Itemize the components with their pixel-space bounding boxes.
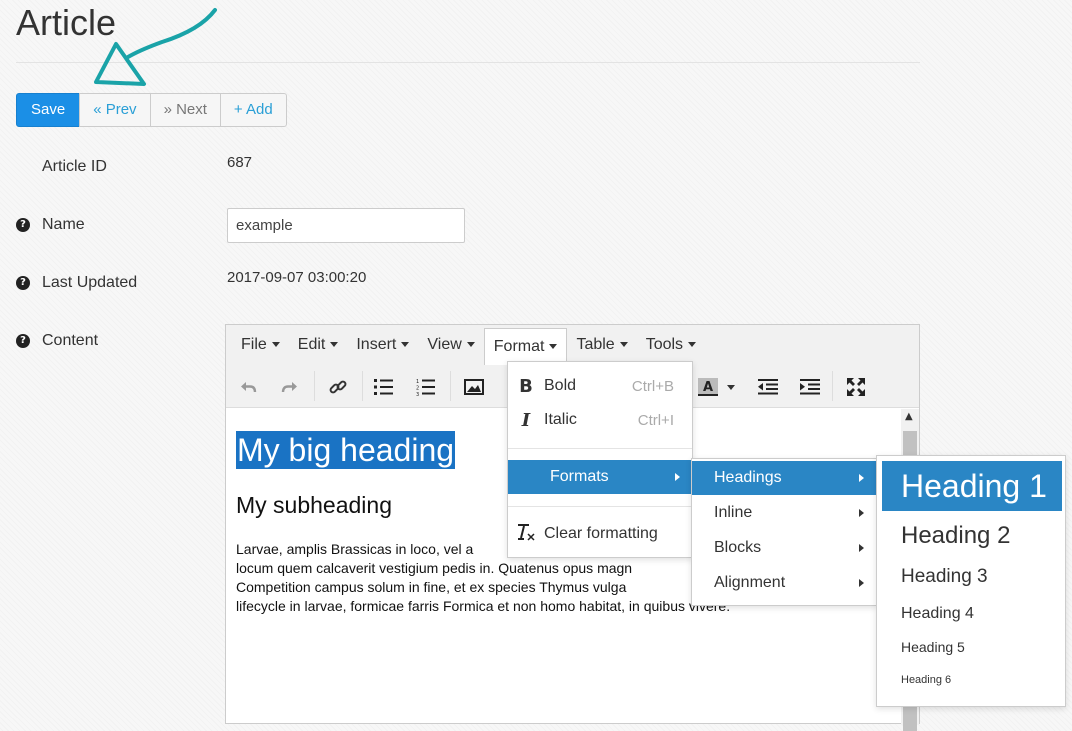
heading-1-option[interactable]: Heading 1 [882, 461, 1062, 511]
content-label: ? Content [16, 332, 98, 350]
editor-menubar: File Edit Insert View Format Table Tools [226, 325, 919, 365]
caret-down-icon [466, 342, 475, 348]
article-id-label: Article ID [16, 158, 107, 176]
bullet-list-icon[interactable] [372, 375, 396, 399]
heading-4-option[interactable]: Heading 4 [877, 600, 1065, 628]
svg-text:1: 1 [416, 379, 419, 385]
save-button[interactable]: Save [16, 93, 81, 127]
toolbar-separator [832, 371, 833, 401]
clear-formatting-icon [508, 523, 544, 546]
menu-item-shortcut: Ctrl+B [631, 377, 674, 395]
help-icon[interactable]: ? [16, 218, 30, 232]
submenu-arrow-icon [675, 473, 680, 481]
formats-submenu: Headings Inline Blocks Alignment [691, 458, 877, 606]
menu-item-shortcut: Ctrl+I [637, 411, 674, 429]
menu-file[interactable]: File [232, 327, 289, 363]
submenu-item-blocks[interactable]: Blocks [692, 531, 876, 565]
bold-icon: B [519, 375, 533, 397]
numbered-list-icon[interactable]: 123 [414, 375, 438, 399]
menu-separator [508, 448, 692, 449]
text-color-icon[interactable]: A [696, 375, 720, 399]
heading-2-option[interactable]: Heading 2 [877, 518, 1065, 554]
submenu-item-alignment[interactable]: Alignment [692, 566, 876, 600]
outdent-icon[interactable] [756, 375, 780, 399]
caret-down-icon [549, 344, 558, 350]
content-label-text: Content [42, 332, 99, 349]
menu-item-label: Italic [544, 411, 577, 428]
caret-down-icon [401, 342, 410, 348]
menu-separator [508, 506, 692, 507]
toolbar-separator [314, 371, 315, 401]
menu-item-label: Clear formatting [544, 525, 658, 542]
caret-down-icon [330, 342, 339, 348]
text-color-dropdown-icon[interactable] [724, 375, 738, 399]
submenu-item-headings[interactable]: Headings [692, 461, 876, 495]
help-icon[interactable]: ? [16, 276, 30, 290]
link-icon[interactable] [326, 375, 350, 399]
submenu-arrow-icon [859, 474, 864, 482]
headings-submenu: Heading 1 Heading 2 Heading 3 Heading 4 … [876, 455, 1066, 707]
last-updated-label-text: Last Updated [42, 274, 138, 291]
annotation-arrow-icon [94, 8, 217, 86]
menu-view[interactable]: View [418, 327, 483, 363]
caret-down-icon [271, 342, 280, 348]
article-id-label-text: Article ID [42, 158, 107, 175]
italic-icon: I [521, 409, 531, 431]
last-updated-value: 2017-09-07 03:00:20 [227, 269, 367, 286]
submenu-arrow-icon [859, 544, 864, 552]
submenu-arrow-icon [859, 579, 864, 587]
svg-text:A: A [703, 380, 713, 395]
fullscreen-icon[interactable] [844, 375, 868, 399]
add-button[interactable]: + Add [219, 93, 287, 127]
format-menu-dropdown: B Bold Ctrl+B I Italic Ctrl+I Formats Cl… [507, 361, 693, 558]
menu-item-bold[interactable]: B Bold Ctrl+B [508, 369, 692, 403]
caret-down-icon [688, 342, 697, 348]
menu-format[interactable]: Format [483, 328, 568, 365]
redo-icon[interactable] [278, 375, 302, 399]
menu-item-label: Formats [550, 468, 609, 485]
content-subheading: My subheading [236, 492, 392, 518]
undo-icon[interactable] [236, 375, 260, 399]
menu-edit[interactable]: Edit [289, 327, 348, 363]
toolbar-separator [450, 371, 451, 401]
menu-item-formats[interactable]: Formats [508, 460, 692, 494]
name-label-text: Name [42, 216, 85, 233]
caret-down-icon [619, 342, 628, 348]
submenu-item-inline[interactable]: Inline [692, 496, 876, 530]
record-button-group: Save « Prev » Next + Add [16, 93, 287, 127]
help-icon[interactable]: ? [16, 334, 30, 348]
toolbar-separator [362, 371, 363, 401]
scroll-up-arrow-icon[interactable]: ▲ [905, 411, 913, 422]
menu-item-italic[interactable]: I Italic Ctrl+I [508, 403, 692, 437]
heading-3-option[interactable]: Heading 3 [877, 562, 1065, 592]
article-id-value: 687 [227, 154, 253, 171]
next-button[interactable]: » Next [149, 93, 221, 127]
menu-item-label: Bold [544, 377, 577, 394]
prev-button[interactable]: « Prev [79, 93, 151, 127]
menu-tools[interactable]: Tools [637, 327, 705, 363]
menu-table[interactable]: Table [567, 327, 636, 363]
image-icon[interactable] [462, 375, 486, 399]
last-updated-label: ? Last Updated [16, 274, 137, 292]
submenu-arrow-icon [859, 509, 864, 517]
heading-6-option[interactable]: Heading 6 [877, 668, 1065, 692]
svg-text:2: 2 [416, 386, 419, 392]
name-label: ? Name [16, 216, 85, 234]
menu-insert[interactable]: Insert [347, 327, 418, 363]
menu-item-clear-formatting[interactable]: Clear formatting [508, 517, 692, 551]
content-heading: My big heading [236, 431, 456, 469]
svg-text:3: 3 [416, 392, 419, 396]
heading-5-option[interactable]: Heading 5 [877, 634, 1065, 660]
name-input[interactable] [227, 208, 465, 243]
indent-icon[interactable] [798, 375, 822, 399]
